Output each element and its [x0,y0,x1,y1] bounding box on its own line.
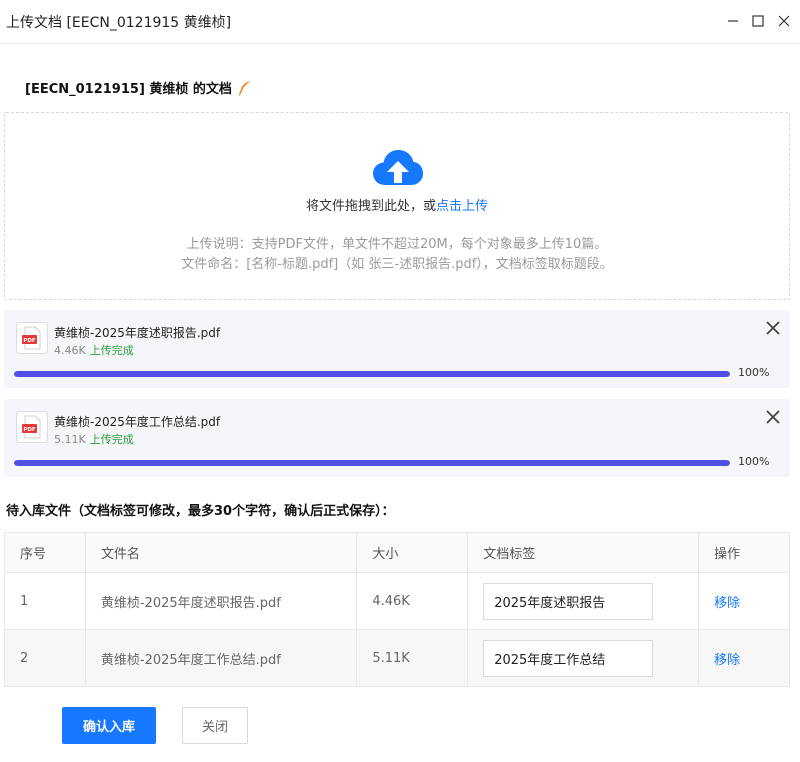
table-row: 1 黄维桢-2025年度述职报告.pdf 4.46K 移除 [4,572,790,630]
maximize-button[interactable] [745,8,771,34]
upload-hint-rules: 上传说明：支持PDF文件，单文件不超过20M，每个对象最多上传10篇。 [186,237,608,252]
upload-file-name: 黄维桢-2025年度工作总结.pdf [54,415,221,429]
column-header-index: 序号 [4,532,86,573]
maximize-icon [752,15,764,27]
upload-dropzone[interactable]: 将文件拖拽到此处，或点击上传 上传说明：支持PDF文件，单文件不超过20M，每个… [4,112,790,300]
row-tag-cell [467,629,700,687]
close-icon [778,15,790,27]
column-header-size: 大小 [356,532,469,573]
upload-progress-fill [14,371,730,377]
upload-progress-bar [14,371,730,377]
row-filename: 黄维桢-2025年度工作总结.pdf [84,629,358,687]
remove-link[interactable]: 移除 [714,596,740,611]
pdf-file-icon: PDF [16,411,48,443]
row-action-cell: 移除 [698,629,790,687]
pending-files-table: 序号 文件名 大小 文档标签 操作 1 黄维桢-2025年度述职报告.pdf 4… [4,532,790,687]
pdf-file-icon: PDF [16,322,48,354]
svg-text:PDF: PDF [23,427,36,433]
upload-file-meta: 4.46K 上传完成 [54,342,134,358]
cloud-upload-icon [372,149,424,191]
upload-status: 上传完成 [89,433,134,446]
svg-text:PDF: PDF [23,338,36,344]
upload-status: 上传完成 [89,344,134,357]
upload-file-meta: 5.11K 上传完成 [54,431,134,447]
documents-heading-text: [EECN_0121915] 黄维桢 的文档 [25,82,232,97]
row-tag-cell [467,572,700,630]
close-window-button[interactable] [771,8,797,34]
upload-progress-label: 100% [738,366,770,379]
column-header-filename: 文件名 [84,532,358,573]
remove-upload-button[interactable] [764,319,782,337]
table-header-row: 序号 文件名 大小 文档标签 操作 [4,532,790,573]
remove-link[interactable]: 移除 [714,653,740,668]
minimize-icon [728,20,738,22]
upload-file-size: 5.11K [54,433,86,446]
row-size: 4.46K [356,572,469,630]
column-header-action: 操作 [698,532,790,573]
documents-heading: [EECN_0121915] 黄维桢 的文档 [25,78,252,97]
pending-files-label: 待入库文件（文档标签可修改，最多30个字符，确认后正式保存）： [6,504,395,519]
upload-progress-fill [14,460,730,466]
upload-progress-bar [14,460,730,466]
row-size: 5.11K [356,629,469,687]
dropzone-text: 将文件拖拽到此处，或 [305,199,436,214]
remove-upload-button[interactable] [764,408,782,426]
row-index: 1 [4,572,86,630]
column-header-tag: 文档标签 [467,532,700,573]
row-filename: 黄维桢-2025年度述职报告.pdf [84,572,358,630]
row-index: 2 [4,629,86,687]
upload-hint-naming: 文件命名：[名称-标题.pdf]（如 张三-述职报告.pdf），文档标签取标题段… [181,257,613,272]
document-tag-input[interactable] [483,582,654,620]
close-icon [766,410,780,424]
upload-item: PDF 黄维桢-2025年度述职报告.pdf 4.46K 上传完成 100% [4,310,790,388]
upload-file-size: 4.46K [54,344,86,357]
document-tag-input[interactable] [483,639,654,677]
minimize-button[interactable] [720,8,746,34]
upload-item: PDF 黄维桢-2025年度工作总结.pdf 5.11K 上传完成 100% [4,399,790,477]
upload-progress-label: 100% [738,455,770,468]
close-icon [766,321,780,335]
feather-icon [238,80,252,96]
confirm-import-button[interactable]: 确认入库 [62,707,156,744]
row-action-cell: 移除 [698,572,790,630]
table-row: 2 黄维桢-2025年度工作总结.pdf 5.11K 移除 [4,629,790,687]
upload-file-name: 黄维桢-2025年度述职报告.pdf [54,326,221,340]
dropzone-instruction: 将文件拖拽到此处，或点击上传 [5,195,789,214]
close-button[interactable]: 关闭 [182,707,248,744]
window-title: 上传文档 [EECN_0121915 黄维桢] [6,15,232,31]
title-bar: 上传文档 [EECN_0121915 黄维桢] [0,0,800,44]
click-upload-link[interactable]: 点击上传 [436,199,488,214]
